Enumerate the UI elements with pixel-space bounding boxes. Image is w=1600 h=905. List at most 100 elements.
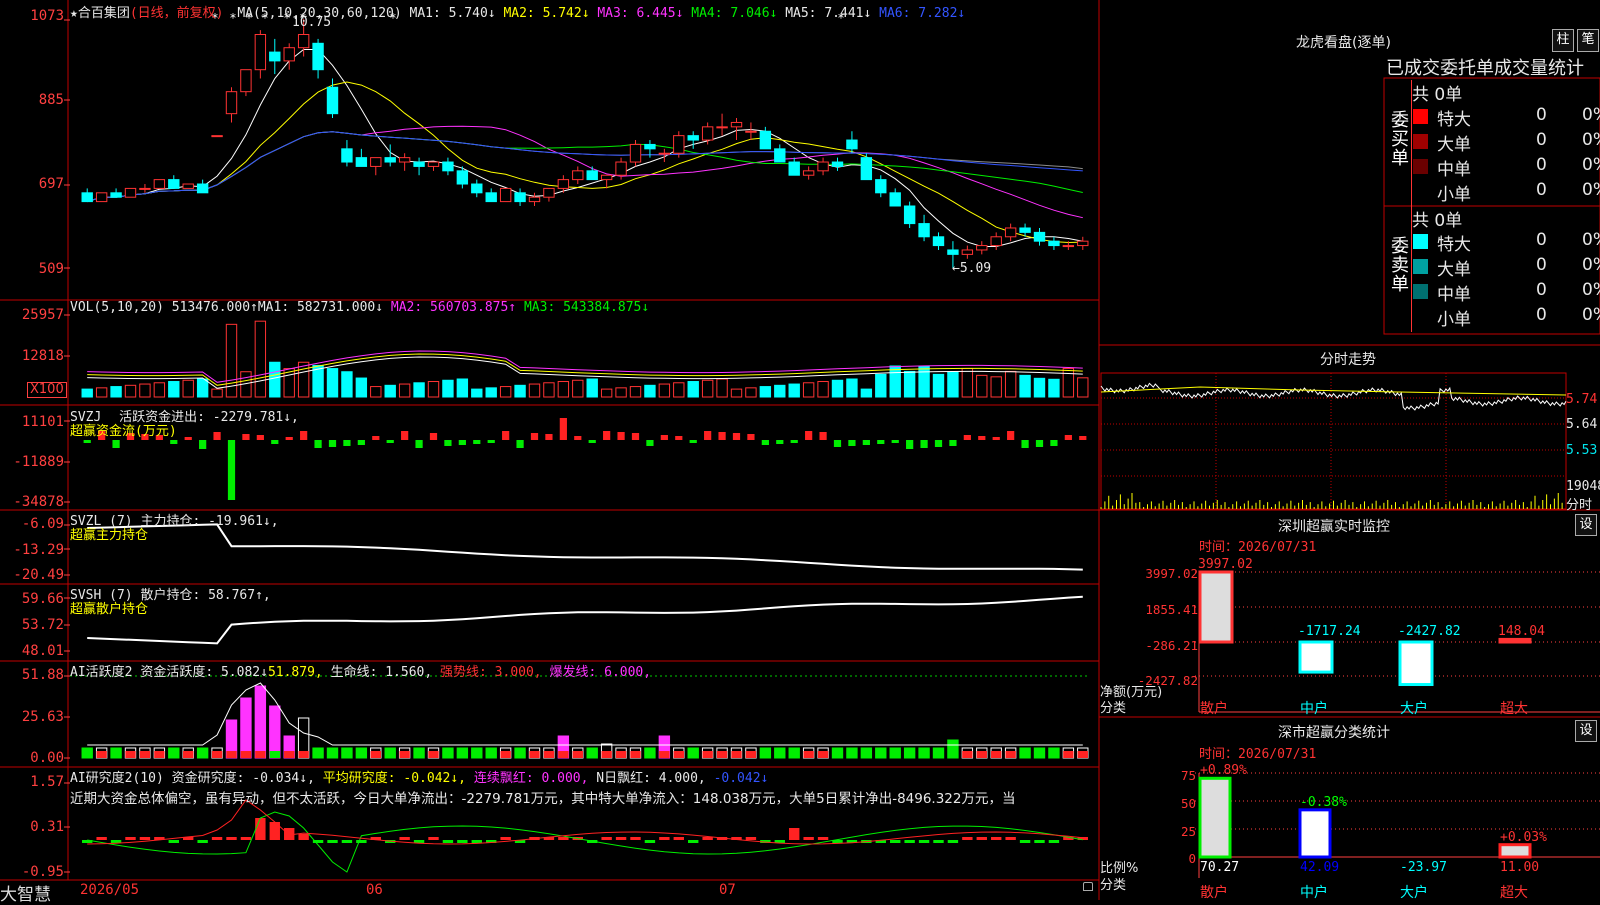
ai-active-base-bar — [255, 751, 266, 758]
fund-flow-bar — [386, 440, 394, 443]
high-price-note: 10.75 — [292, 15, 332, 30]
volume-bar — [81, 388, 93, 398]
ai-research-bar — [211, 837, 223, 840]
candle-body — [860, 157, 873, 181]
volume-bar — [182, 379, 194, 398]
buy-row-count: 0 — [1536, 180, 1547, 200]
buy-orders-label-cell: 委买单 — [1385, 80, 1412, 206]
sz-monitor-category: 中户 — [1300, 701, 1328, 717]
ai-active-base-bar — [991, 751, 1002, 758]
volume-bar — [110, 386, 122, 398]
ai-active-base-bar — [688, 751, 699, 758]
candle-body — [211, 135, 223, 138]
volume-bar — [687, 381, 699, 398]
volume-bar — [355, 377, 368, 398]
candle-body — [182, 183, 194, 189]
order-panel-subtitle: 已成交委托单成交量统计 — [1386, 58, 1584, 79]
volume-bar — [398, 383, 411, 398]
volume-bar — [95, 387, 108, 398]
sell-row-count: 0 — [1536, 230, 1547, 250]
fund-flow-bar — [184, 437, 192, 440]
ai-active-base-bar — [385, 751, 396, 758]
vol-y-label: 25957 — [21, 307, 64, 323]
ai-research-bar — [673, 837, 684, 840]
volume-bar — [557, 381, 570, 398]
lock-icon[interactable] — [1083, 882, 1093, 891]
ai-active-base-bar — [774, 751, 785, 758]
volume-bar — [211, 388, 223, 398]
volume-bar — [269, 361, 281, 398]
ai-active-base-bar — [211, 751, 223, 758]
fund-flow-bar — [1035, 440, 1044, 447]
fund-flow-bar — [574, 436, 582, 440]
fund-flow-bar — [978, 436, 986, 440]
ai-research-value: 资金研究度: -0.034↓, — [171, 771, 315, 786]
candle-body — [355, 157, 368, 167]
candle-body — [903, 205, 916, 225]
candle-body — [168, 179, 180, 189]
volume-bar — [658, 383, 671, 398]
candle-body — [1048, 240, 1060, 247]
ai-active-base-bar — [817, 751, 829, 758]
ai-active-base-bar — [197, 751, 208, 758]
ai-active-base-bar — [644, 751, 656, 758]
sz-category-y-label: 75 — [1180, 768, 1196, 783]
fund-flow-bar — [343, 440, 351, 446]
fund-flow-bar — [271, 440, 279, 444]
ai-active-base-bar — [947, 751, 959, 758]
buy-orders-label: 委买单 — [1388, 110, 1409, 167]
ai-active-base-bar — [168, 751, 179, 758]
fund-flow-bar — [862, 440, 870, 445]
tick-view-button[interactable]: 笔 — [1577, 29, 1599, 52]
fund-flow-bar — [646, 440, 654, 446]
sell-color-swatch — [1413, 284, 1428, 299]
ai-active-base-bar — [1077, 751, 1088, 758]
fund-flow-bar — [502, 431, 510, 440]
candle-body — [124, 187, 137, 198]
volume-bar — [774, 384, 786, 398]
candle-body — [629, 143, 642, 163]
fund-flow-bar — [660, 435, 668, 440]
vol-value: 513476.000↑ — [171, 300, 258, 315]
brand-logo[interactable]: 大智慧 — [0, 880, 51, 905]
intraday-price-label: 5.53 — [1566, 443, 1598, 458]
ai-active-base-bar — [471, 751, 482, 758]
ai-active-base-bar — [327, 751, 338, 758]
sz-monitor-bar — [1198, 570, 1234, 644]
ai-active-base-bar — [183, 751, 194, 758]
ai-active-base-bar — [96, 751, 107, 758]
ai-research-bar — [976, 837, 987, 840]
ai-active-base-bar — [82, 751, 93, 758]
low-price-note: ←5.09 — [952, 261, 992, 276]
volume-bar — [961, 367, 974, 398]
ai-active-base-bar — [572, 751, 583, 758]
sz-category-settings-button[interactable]: 设 — [1575, 720, 1597, 742]
candle-body — [514, 192, 526, 203]
volume-bar — [341, 371, 353, 398]
candle-body — [384, 157, 396, 163]
vol-unit-badge[interactable]: X100 — [27, 382, 67, 398]
bar-view-button[interactable]: 柱 — [1552, 29, 1574, 52]
sz-category-y-label: 25 — [1180, 824, 1196, 839]
volume-bar — [499, 386, 512, 398]
fund-flow-bar — [401, 431, 409, 440]
stock-title[interactable]: ★合百集团 — [70, 6, 130, 21]
fund-flow-bar — [458, 440, 466, 445]
chart-mode: (日线，前复权) — [129, 6, 224, 21]
volume-bar — [600, 388, 613, 398]
candle-body — [543, 187, 555, 198]
ai-research-bar — [500, 837, 511, 840]
sz-monitor-settings-button[interactable]: 设 — [1575, 514, 1597, 536]
sz-category-category: 大户 — [1400, 885, 1428, 901]
ai-active-base-bar — [558, 751, 569, 758]
volume-bar — [1004, 370, 1017, 398]
ai-research-bar — [702, 837, 713, 840]
fund-flow-bar — [992, 437, 1000, 440]
vol-title: VOL(5,10,20) — [70, 300, 164, 315]
sz-monitor-bar-label: 148.04 — [1498, 624, 1545, 640]
ai-active-base-bar — [413, 751, 425, 758]
sz-monitor-time: 时间：2026/07/31 — [1199, 540, 1317, 555]
ma2-value: MA2: 5.742↓ — [503, 6, 590, 21]
candle-body — [990, 236, 1002, 247]
buy-row-count: 0 — [1536, 155, 1547, 175]
